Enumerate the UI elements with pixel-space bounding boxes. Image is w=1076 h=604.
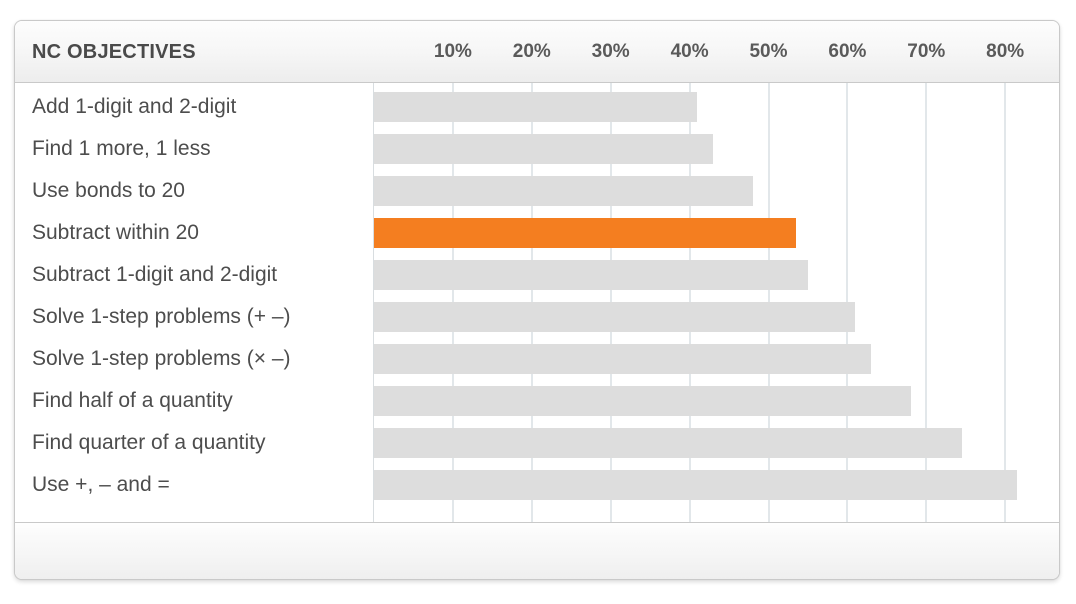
axis-tick-40: 40%	[671, 41, 709, 63]
objective-bar[interactable]	[374, 92, 697, 122]
objective-row[interactable]: Find 1 more, 1 less	[15, 128, 1059, 170]
page-title: NC OBJECTIVES	[32, 41, 196, 64]
axis-tick-20: 20%	[513, 41, 551, 63]
axis-tick-80: 80%	[986, 41, 1024, 63]
objective-row[interactable]: Use +, – and =	[15, 464, 1059, 506]
objective-label: Use +, – and =	[32, 464, 170, 506]
objective-bar-highlighted[interactable]	[374, 218, 796, 248]
objective-label: Find half of a quantity	[32, 380, 233, 422]
objective-bar[interactable]	[374, 134, 713, 164]
objective-bar[interactable]	[374, 176, 753, 206]
objective-row[interactable]: Find quarter of a quantity	[15, 422, 1059, 464]
objective-label: Solve 1-step problems (+ –)	[32, 296, 291, 338]
objective-row[interactable]: Use bonds to 20	[15, 170, 1059, 212]
objective-label: Solve 1-step problems (× –)	[32, 338, 291, 380]
axis-tick-labels: 10% 20% 30% 40% 50% 60% 70% 80%	[373, 21, 1059, 82]
axis-tick-10: 10%	[434, 41, 472, 63]
axis-tick-30: 30%	[592, 41, 630, 63]
objective-label: Find 1 more, 1 less	[32, 128, 211, 170]
axis-tick-50: 50%	[749, 41, 787, 63]
card-header: NC OBJECTIVES 10% 20% 30% 40% 50% 60% 70% 80%	[15, 21, 1059, 83]
objective-bar[interactable]	[374, 302, 855, 332]
objective-row[interactable]: Solve 1-step problems (+ –)	[15, 296, 1059, 338]
objective-bar[interactable]	[374, 260, 808, 290]
objective-row[interactable]: Solve 1-step problems (× –)	[15, 338, 1059, 380]
axis-tick-60: 60%	[828, 41, 866, 63]
objective-row[interactable]: Subtract 1-digit and 2-digit	[15, 254, 1059, 296]
objective-row[interactable]: Add 1-digit and 2-digit	[15, 86, 1059, 128]
objective-label: Find quarter of a quantity	[32, 422, 265, 464]
objective-bar[interactable]	[374, 386, 911, 416]
objective-label: Use bonds to 20	[32, 170, 185, 212]
objective-bar[interactable]	[374, 344, 871, 374]
nc-objectives-card: NC OBJECTIVES 10% 20% 30% 40% 50% 60% 70% 80% A…	[14, 20, 1060, 580]
card-footer	[15, 522, 1059, 579]
objective-row[interactable]: Find half of a quantity	[15, 380, 1059, 422]
objective-label: Subtract within 20	[32, 212, 199, 254]
objective-bar[interactable]	[374, 428, 962, 458]
axis-tick-70: 70%	[907, 41, 945, 63]
app-root: NC OBJECTIVES 10% 20% 30% 40% 50% 60% 70% 80% A…	[0, 0, 1076, 604]
chart-body: Add 1-digit and 2-digitFind 1 more, 1 le…	[15, 83, 1059, 523]
objective-row[interactable]: Subtract within 20	[15, 212, 1059, 254]
objective-bar[interactable]	[374, 470, 1017, 500]
objective-label: Subtract 1-digit and 2-digit	[32, 254, 277, 296]
objective-label: Add 1-digit and 2-digit	[32, 86, 236, 128]
